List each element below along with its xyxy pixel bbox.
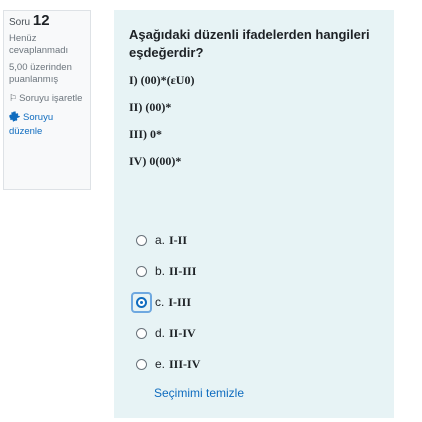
answer-value: I-III — [168, 294, 192, 309]
radio-d[interactable] — [136, 327, 147, 339]
question-grade: 5,00 üzerinden puanlanmış — [9, 62, 72, 85]
question-word: Soru — [9, 17, 31, 28]
question-info-panel: Soru 12 Henüz cevaplanmadı 5,00 üzerinde… — [3, 10, 91, 190]
answer-options: a. I-II b. II-III c. I-III d. II-IV e. I… — [136, 232, 200, 387]
gear-icon — [9, 111, 20, 126]
question-text: Aşağıdaki düzenli ifadelerden hangileri … — [129, 27, 370, 60]
answer-option-a[interactable]: a. I-II — [136, 232, 200, 248]
edit-question-link[interactable]: Soruyu düzenle — [9, 111, 85, 138]
radio-e[interactable] — [136, 358, 147, 370]
question-number-value: 12 — [32, 12, 50, 29]
focus-ring — [133, 294, 150, 311]
clear-choice-link[interactable]: Seçimimi temizle — [154, 386, 244, 400]
question-state: Henüz cevaplanmadı — [9, 33, 69, 56]
flag-label: Soruyu işaretle — [19, 93, 83, 104]
answer-letter: b. — [155, 264, 166, 278]
statement-4: IV) 0(00)* — [129, 154, 182, 168]
answer-option-b[interactable]: b. II-III — [136, 263, 200, 279]
answer-value: II-IV — [169, 325, 196, 340]
answer-option-d[interactable]: d. II-IV — [136, 325, 200, 341]
statement-3: III) 0* — [129, 127, 163, 141]
statement-2: II) (00)* — [129, 100, 172, 114]
radio-c[interactable] — [136, 296, 147, 308]
answer-letter: e. — [155, 357, 166, 371]
statement-1: I) (00)*(εU0) — [129, 73, 195, 87]
radio-a[interactable] — [136, 234, 147, 246]
answer-value: II-III — [169, 263, 197, 278]
answer-value: I-II — [169, 232, 188, 247]
flag-icon: ⚐ — [9, 93, 18, 103]
question-content: Aşağıdaki düzenli ifadelerden hangileri … — [114, 10, 394, 418]
answer-option-e[interactable]: e. III-IV — [136, 356, 200, 372]
flag-question-link[interactable]: ⚐ Soruyu işaretle — [9, 92, 85, 105]
answer-option-c[interactable]: c. I-III — [136, 294, 200, 310]
answer-letter: a. — [155, 233, 166, 247]
answer-letter: c. — [155, 295, 165, 309]
answer-value: III-IV — [169, 356, 201, 371]
radio-b[interactable] — [136, 265, 147, 277]
question-number: Soru 12 — [9, 12, 85, 29]
answer-letter: d. — [155, 326, 166, 340]
